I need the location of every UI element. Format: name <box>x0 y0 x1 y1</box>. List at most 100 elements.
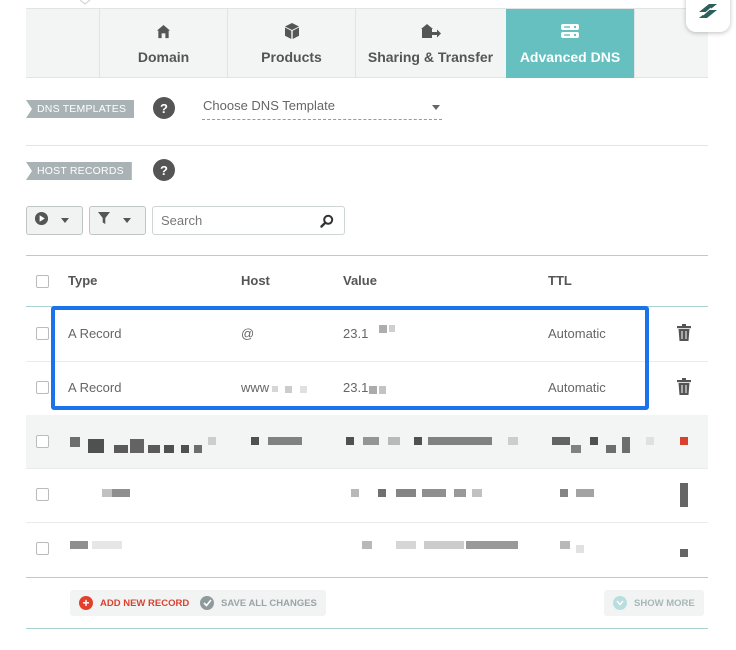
tab-products[interactable]: Products <box>227 9 355 78</box>
box-icon <box>283 22 301 40</box>
table-row-redacted <box>26 415 708 468</box>
redacted-block <box>148 445 160 453</box>
add-new-record-button[interactable]: + ADD NEW RECORD <box>70 590 199 616</box>
search-field <box>152 206 345 235</box>
house-arrow-icon <box>420 22 442 40</box>
help-widget-button[interactable] <box>686 0 730 32</box>
redacted-block <box>130 439 144 453</box>
tab-sharing-transfer-label: Sharing & Transfer <box>367 49 494 65</box>
redacted-block <box>552 437 570 445</box>
redacted-block <box>680 549 688 557</box>
product-tabs: Domain Products Sharing & Transfer Advan… <box>26 8 708 78</box>
table-row-redacted <box>26 469 708 522</box>
redacted-block <box>351 489 359 497</box>
trash-icon[interactable] <box>677 324 691 346</box>
redacted-block <box>576 545 584 553</box>
footer-bottom-border <box>26 628 708 629</box>
redacted-block <box>194 445 202 453</box>
column-header-host: Host <box>241 273 270 288</box>
dns-templates-label: DNS TEMPLATES <box>26 100 135 118</box>
table-top-border <box>26 255 708 256</box>
host-records-label: HOST RECORDS <box>26 162 132 180</box>
redacted-block <box>112 489 130 497</box>
actions-dropdown-button[interactable] <box>26 206 83 235</box>
search-icon[interactable] <box>320 214 334 233</box>
show-more-label: SHOW MORE <box>634 597 695 609</box>
select-all-checkbox[interactable] <box>36 275 49 288</box>
redacted-block <box>362 541 372 549</box>
show-more-button[interactable]: SHOW MORE <box>604 590 704 616</box>
column-header-type: Type <box>68 273 98 288</box>
redacted-block <box>396 541 416 549</box>
redacted-block <box>164 445 174 453</box>
check-circle-icon <box>200 596 214 610</box>
row-checkbox[interactable] <box>36 327 49 340</box>
redacted-block <box>346 437 354 445</box>
chevron-down-circle-icon <box>613 596 627 610</box>
add-new-record-label: ADD NEW RECORD <box>100 597 190 609</box>
row-checkbox[interactable] <box>36 542 49 555</box>
trash-icon[interactable] <box>677 378 691 400</box>
tab-domain[interactable]: Domain <box>99 9 227 78</box>
filter-dropdown-button[interactable] <box>89 206 146 235</box>
redacted-block <box>571 445 581 453</box>
redacted-block <box>114 445 128 453</box>
chat-bubble-icon <box>697 2 719 25</box>
home-icon <box>156 22 171 40</box>
tab-products-label: Products <box>261 49 322 65</box>
tab-advanced-dns-label: Advanced DNS <box>519 49 621 65</box>
redacted-block <box>646 437 654 445</box>
tab-divider <box>634 9 635 78</box>
tab-advanced-dns[interactable]: Advanced DNS <box>506 9 634 78</box>
plus-circle-icon: + <box>79 596 93 610</box>
redacted-block <box>102 489 112 497</box>
highlight-annotation <box>51 306 649 410</box>
column-header-ttl: TTL <box>548 273 572 288</box>
redacted-block <box>92 541 122 549</box>
redacted-block <box>472 489 482 497</box>
save-all-changes-button[interactable]: SAVE ALL CHANGES <box>191 590 326 616</box>
redacted-block <box>363 437 379 445</box>
tab-sharing-transfer[interactable]: Sharing & Transfer <box>355 9 505 78</box>
redacted-block <box>424 541 464 549</box>
play-circle-icon <box>34 211 49 231</box>
row-checkbox[interactable] <box>36 435 49 448</box>
redacted-block <box>70 541 88 549</box>
redacted-block <box>508 437 518 445</box>
redacted-block <box>388 437 400 445</box>
row-checkbox[interactable] <box>36 488 49 501</box>
save-all-changes-label: SAVE ALL CHANGES <box>221 597 317 609</box>
column-header-value: Value <box>343 273 377 288</box>
search-input[interactable] <box>153 207 303 234</box>
redacted-block <box>251 437 259 445</box>
redacted-block <box>590 437 598 445</box>
redacted-block <box>560 541 570 549</box>
redacted-block <box>576 489 594 497</box>
chevron-down-icon <box>432 105 440 110</box>
redacted-block <box>680 483 688 507</box>
redacted-block <box>454 489 466 497</box>
host-records-help-icon[interactable]: ? <box>153 159 175 181</box>
redacted-block <box>414 437 422 445</box>
dns-templates-help-icon[interactable]: ? <box>153 97 175 119</box>
chevron-down-icon <box>123 218 131 223</box>
redacted-block <box>622 437 630 453</box>
table-row-redacted <box>26 523 708 576</box>
redacted-block <box>208 437 216 445</box>
redacted-block <box>70 437 80 447</box>
redacted-block <box>378 489 386 497</box>
delete-marker-icon[interactable] <box>680 437 688 445</box>
table-bottom-border <box>26 577 708 578</box>
tab-pointer-icon <box>79 0 91 5</box>
row-checkbox[interactable] <box>36 381 49 394</box>
redacted-block <box>396 489 416 497</box>
tab-domain-label: Domain <box>137 49 190 65</box>
redacted-block <box>181 445 189 453</box>
dns-template-select[interactable]: Choose DNS Template <box>202 98 442 120</box>
chevron-down-icon <box>61 218 69 223</box>
filter-icon <box>97 211 111 230</box>
dns-template-select-value: Choose DNS Template <box>203 98 335 113</box>
redacted-block <box>422 489 446 497</box>
section-divider <box>26 145 708 146</box>
redacted-block <box>560 489 568 497</box>
